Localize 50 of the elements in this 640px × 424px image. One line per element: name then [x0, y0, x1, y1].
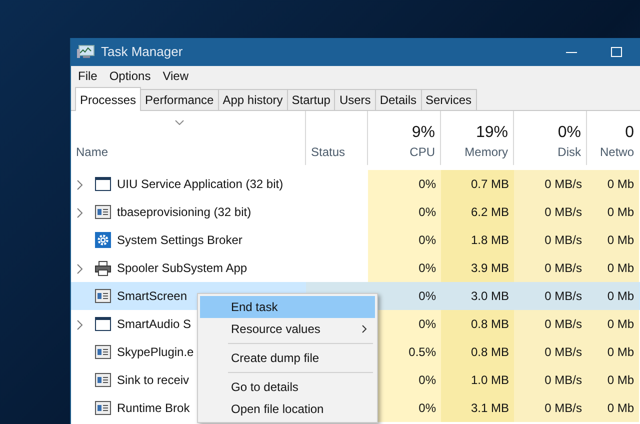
table-cell-text: 0 MB/s [544, 204, 582, 221]
table-cell-text: 3.0 MB [470, 288, 509, 305]
table-cell-text: 0 MB/s [544, 232, 582, 249]
table-cell-text: 1.8 MB [470, 232, 509, 249]
process-name: Spooler SubSystem App [117, 260, 248, 277]
table-cell-text: 0% [418, 400, 436, 417]
table-cell-text: 0 Mb [607, 204, 634, 221]
process-name: UIU Service Application (32 bit) [117, 176, 284, 193]
table-cell-text: 0 Mb [607, 400, 634, 417]
table-cell-text: 0.8 MB [470, 316, 509, 333]
table-cell-text: 0.5% [408, 344, 436, 361]
table-cell-text: 0 Mb [607, 232, 634, 249]
table-cell-text: 0% [418, 176, 436, 193]
table-cell-text: 6.2 MB [470, 204, 509, 221]
process-name: SmartAudio S [117, 316, 192, 333]
process-name: Runtime Brok [117, 400, 190, 417]
window-title: Task Manager [101, 43, 183, 62]
table-cell-text: 0% [418, 372, 436, 389]
table-cell-text: 0 MB/s [544, 316, 582, 333]
table-cell-text: 0 MB/s [544, 260, 582, 277]
process-name: SkypePlugin.e [117, 344, 194, 361]
table-cell-text: 0.7 MB [470, 176, 509, 193]
table-cell-text: 0 Mb [607, 288, 634, 305]
table-cell-text: 3.9 MB [470, 260, 509, 277]
table-cell-text: 0 Mb [607, 176, 634, 193]
table-cell-text: 0 MB/s [544, 288, 582, 305]
table-cell-text: 3.1 MB [470, 400, 509, 417]
column-summary: 0% [558, 123, 581, 143]
table-cell-text: 0.8 MB [470, 344, 509, 361]
table-cell-text: 0 Mb [607, 260, 634, 277]
table-cell-text: 0% [418, 204, 436, 221]
table-cell-text: 0% [418, 316, 436, 333]
table-cell-text: 0% [418, 260, 436, 277]
table-cell-text: 0 Mb [607, 372, 634, 389]
table-cell-text: 0% [418, 288, 436, 305]
column-summary: 19% [476, 123, 508, 143]
table-cell-text: 0 Mb [607, 344, 634, 361]
table-cell-text: 1.0 MB [470, 372, 509, 389]
table-cell-text: 0 MB/s [544, 400, 582, 417]
table-cell-text: 0 MB/s [544, 344, 582, 361]
table-cell-text: 0% [418, 232, 436, 249]
table-cell-text: 0 Mb [607, 316, 634, 333]
process-name: tbaseprovisioning (32 bit) [117, 204, 252, 221]
table-cell-text: 0 MB/s [544, 176, 582, 193]
column-summary: 9% [412, 123, 435, 143]
process-name: System Settings Broker [117, 232, 242, 249]
table-cell-text: 0 MB/s [544, 372, 582, 389]
process-name: Sink to receiv [117, 372, 190, 389]
process-name: SmartScreen [117, 288, 188, 305]
column-summary: 0 [625, 123, 634, 143]
